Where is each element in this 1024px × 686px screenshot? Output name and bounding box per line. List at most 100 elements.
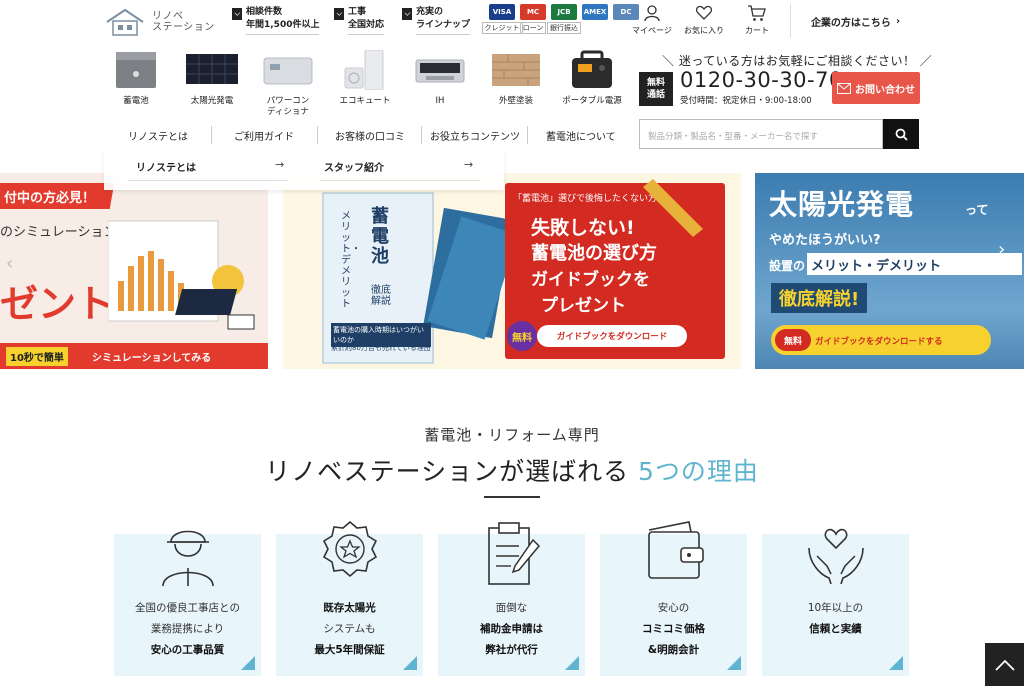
payment-mastercard: MC ローン — [519, 4, 547, 34]
arrow-right-icon: → — [464, 158, 474, 171]
free-call-line2: 通話 — [646, 90, 665, 100]
solar-panel-icon — [186, 54, 238, 84]
banner-guidebook[interactable]: 蓄電池 メリット・デメリット 徹底解説 蓄電池の購入時期はいつがいいのか 累計約… — [283, 173, 741, 369]
banner1-top-text: 付中の方必見！ — [4, 191, 96, 206]
payment-methods: VISA クレジット MC ローン JCB 銀行振込 AMEX DC — [481, 4, 640, 34]
house-logo-icon — [106, 8, 144, 36]
section-subtitle: 蓄電池・リフォーム専門 — [424, 426, 600, 444]
reason-card-quality[interactable]: 全国の優良工事店との 業務提携により 安心の工事品質 — [114, 530, 261, 676]
banner3-headline3b: メリット・デメリット — [807, 253, 1022, 275]
mypage-link[interactable]: マイページ — [632, 4, 672, 36]
reason-text-line1: 全国の優良工事店との — [135, 602, 240, 614]
user-icon — [644, 5, 660, 22]
cart-link[interactable]: カート — [745, 4, 769, 36]
reason-card-trust[interactable]: 10年以上の 信頼と実績 — [762, 528, 909, 676]
banner-simulation[interactable]: 付中の方必見！ のシミュレーション ゼント 10秒で簡単 シミュレーションしてみ… — [0, 173, 268, 369]
banner1-cta-tag: 10秒で簡単 — [6, 347, 68, 366]
product-solar[interactable]: 太陽光発電 — [182, 50, 242, 107]
payment-amex: AMEX — [581, 4, 609, 34]
reason-text-bold: コミコミ価格 — [642, 623, 705, 635]
banner1-cta-text: シミュレーションしてみる — [92, 353, 212, 364]
nav-contents[interactable]: お役立ちコンテンツ — [430, 128, 520, 143]
badge-consult-line1: 相談件数 — [246, 7, 283, 17]
jcb-icon: JCB — [551, 4, 577, 20]
corporate-label: 企業の方はこちら — [810, 17, 891, 29]
nav-separator — [527, 126, 528, 144]
page-top-button[interactable] — [985, 643, 1024, 686]
banner3-headline1: 太陽光発電 — [769, 188, 915, 221]
product-portable-power[interactable]: ポータブル電源 — [562, 50, 622, 107]
nav-battery[interactable]: 蓄電池について — [546, 128, 616, 143]
inquiry-button[interactable]: お問い合わせ — [832, 72, 920, 104]
banner-solar-guide[interactable]: 太陽光発電 って やめたほうがいい? 設置の メリット・デメリット 徹底解説! … — [755, 173, 1024, 369]
favorite-link[interactable]: お気に入り — [684, 4, 724, 36]
nav-about[interactable]: リノステとは — [128, 128, 188, 143]
search-button[interactable] — [883, 119, 919, 149]
business-hours: 受付時間：祝定休日・9:00-18:00 — [680, 96, 812, 106]
logo-line1: リノベ — [152, 11, 184, 22]
product-label: 外壁塗装 — [498, 96, 533, 106]
product-ecocute[interactable]: エコキュート — [335, 50, 395, 107]
chevron-up-icon — [994, 659, 1015, 671]
free-call-badge: 無料 通話 — [639, 72, 673, 106]
banner1-big-text: ゼント — [0, 282, 115, 326]
title-underline — [484, 496, 540, 498]
payment-visa: VISA クレジット — [481, 4, 523, 34]
power-conditioner-icon — [263, 57, 313, 85]
product-label: エコキュート — [339, 96, 391, 106]
payment-label-credit: クレジット — [481, 22, 523, 34]
banner3-headline2: やめたほうがいい? — [769, 233, 881, 248]
banner2-headline4: プレゼント — [541, 296, 626, 316]
free-call-line1: 無料 — [646, 78, 665, 88]
reason-text-line1: 10年以上の — [807, 602, 864, 614]
battery-product-icon — [116, 52, 156, 88]
banner2-download-button[interactable]: ガイドブックをダウンロード — [537, 325, 687, 347]
nav-reviews[interactable]: お客様の口コミ — [335, 128, 405, 143]
reason-text-bold: 既存太陽光 — [323, 602, 376, 614]
reason-text-bold: 安心の工事品質 — [150, 644, 225, 656]
portable-power-icon — [572, 50, 612, 88]
reason-text-bold: 最大5年間保証 — [314, 644, 385, 656]
site-logo[interactable]: リノベ ステーション — [104, 6, 219, 38]
section-title-main: リノベステーションが選ばれる — [265, 457, 630, 486]
nav-separator — [211, 126, 212, 144]
ecocute-icon — [344, 50, 384, 90]
badge-lineup: 充実の ラインナップ — [402, 6, 471, 35]
carousel-next-icon[interactable]: › — [998, 239, 1005, 260]
phone-number[interactable]: 0120-30-30-70 — [680, 68, 843, 92]
corporate-link[interactable]: 企業の方はこちら › — [790, 4, 920, 38]
reason-card-price[interactable]: 安心の コミコミ価格 &明朗会計 — [600, 521, 747, 676]
reason-text-bold: 信頼と実績 — [809, 623, 862, 635]
reason-card-warranty[interactable]: 既存太陽光 システムも 最大5年間保証 — [276, 520, 423, 676]
dropdown-item-staff[interactable]: スタッフ紹介 — [324, 159, 384, 174]
reason-text-bold: 補助金申請は — [480, 623, 543, 635]
banner2-headline3: ガイドブックを — [531, 270, 650, 290]
product-power-conditioner[interactable]: パワーコン ディショナ — [258, 50, 318, 118]
logo-line2: ステーション — [152, 22, 215, 33]
reason-card-subsidy[interactable]: 面倒な補助金申請は 弊社が代行 — [438, 522, 585, 676]
product-ih[interactable]: IH — [410, 50, 470, 107]
favorite-label: お気に入り — [684, 26, 724, 35]
dropdown-item-about[interactable]: リノステとは — [136, 159, 196, 174]
award-icon — [322, 520, 378, 578]
reason-text-bold: 弊社が代行 — [485, 644, 538, 656]
nav-guide[interactable]: ご利用ガイド — [234, 128, 294, 143]
page: リノベ ステーション 相談件数 年間1,500件以上 工事 全国対応 充実の ラインナ… — [0, 0, 1024, 686]
corner-triangle-icon — [403, 656, 417, 670]
carousel-prev-icon[interactable]: ‹ — [6, 253, 13, 274]
banner2-headline1: 失敗しない! — [531, 217, 635, 239]
banner1-mid-text: のシミュレーション — [0, 225, 117, 240]
chevron-right-icon: › — [895, 15, 901, 27]
cart-icon — [748, 5, 766, 21]
product-exterior-paint[interactable]: 外壁塗装 — [486, 50, 546, 107]
banner3-headline4: 徹底解説! — [771, 283, 868, 313]
reason-text-line1: 面倒な — [495, 602, 528, 614]
product-battery[interactable]: 蓄電池 — [106, 50, 166, 107]
badge-lineup-line1: 充実の — [416, 7, 444, 17]
search-input[interactable]: 製品分類・製品名・型番・メーカー名で探す — [639, 119, 883, 149]
product-label: 蓄電池 — [123, 96, 149, 106]
dropdown-divider — [320, 180, 480, 181]
arrow-right-icon: → — [275, 158, 285, 171]
consult-message: ＼ 迷っている方はお気軽にご相談ください！ ／ — [662, 54, 933, 68]
heart-hands-icon — [808, 528, 864, 585]
